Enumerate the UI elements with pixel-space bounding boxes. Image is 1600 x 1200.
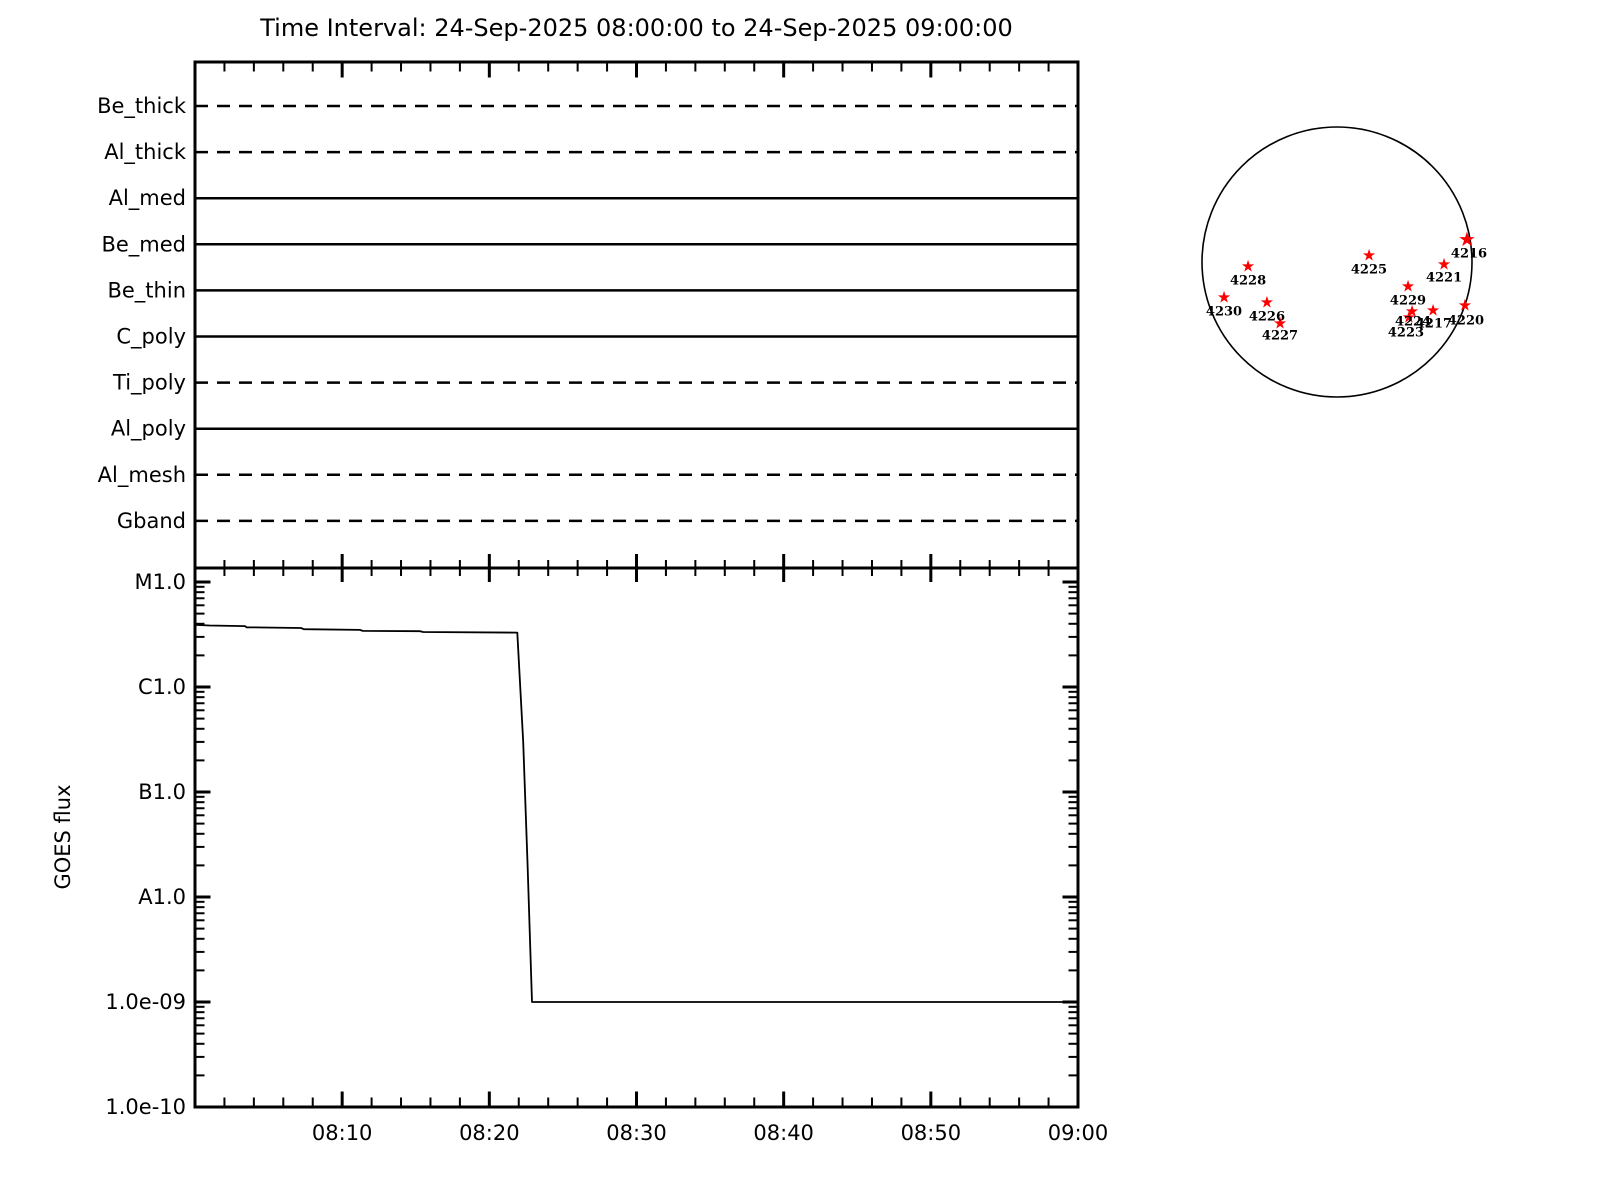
x-tick-label-08:20: 08:20 xyxy=(459,1121,520,1145)
ar-label-4229: 4229 xyxy=(1390,294,1426,309)
ar-label-4225: 4225 xyxy=(1351,262,1387,277)
filter-label-Be_thin: Be_thin xyxy=(107,278,186,303)
x-tick-label-08:50: 08:50 xyxy=(901,1121,962,1145)
x-tick-label-09:00: 09:00 xyxy=(1048,1121,1109,1145)
y-tick-label-C1.0: C1.0 xyxy=(138,675,186,699)
ar-label-4228: 4228 xyxy=(1230,274,1266,289)
ar-label-4216: 4216 xyxy=(1451,247,1487,262)
ar-star-4220: ★ xyxy=(1458,296,1472,315)
y-tick-label-1.0e-09: 1.0e-09 xyxy=(105,990,186,1014)
ar-label-4220: 4220 xyxy=(1448,314,1484,329)
filter-panel-border xyxy=(193,60,1080,570)
filter-label-Be_med: Be_med xyxy=(101,232,186,257)
filter-label-Be_thick: Be_thick xyxy=(97,94,187,119)
x-tick-label-08:10: 08:10 xyxy=(312,1121,373,1145)
filter-label-Al_med: Al_med xyxy=(109,186,186,211)
y-tick-label-A1.0: A1.0 xyxy=(138,885,186,909)
ar-label-4226: 4226 xyxy=(1249,309,1285,324)
xrt-plan-screenshot: Time Interval: 24-Sep-2025 08:00:00 to 2… xyxy=(0,0,1600,1200)
goes-flux-curve xyxy=(194,624,1078,1003)
goes-y-axis-title: GOES flux xyxy=(51,784,75,889)
plots-canvas: 08:10 08:20 08:30 08:40 08:50 09:00 M1.0 C1.0 B1… xyxy=(51,60,1487,1145)
x-tick-label-08:40: 08:40 xyxy=(753,1121,814,1145)
filter-label-Al_thick: Al_thick xyxy=(104,140,187,165)
filter-label-Al_poly: Al_poly xyxy=(111,417,186,442)
ar-label-4217: 4217 xyxy=(1416,317,1452,332)
filter-label-C_poly: C_poly xyxy=(116,325,186,350)
goes-panel-border xyxy=(193,566,1080,1109)
y-tick-label-1.0e-10: 1.0e-10 xyxy=(105,1095,186,1119)
ar-label-4227: 4227 xyxy=(1262,329,1298,344)
y-tick-label-M1.0: M1.0 xyxy=(134,570,186,594)
x-tick-label-08:30: 08:30 xyxy=(606,1121,667,1145)
filter-label-Al_mesh: Al_mesh xyxy=(98,463,186,488)
y-tick-label-B1.0: B1.0 xyxy=(138,780,186,804)
ar-label-4221: 4221 xyxy=(1426,271,1462,286)
filter-label-Ti_poly: Ti_poly xyxy=(112,371,186,396)
filter-label-Gband: Gband xyxy=(117,509,186,533)
ar-label-4230: 4230 xyxy=(1206,304,1242,319)
